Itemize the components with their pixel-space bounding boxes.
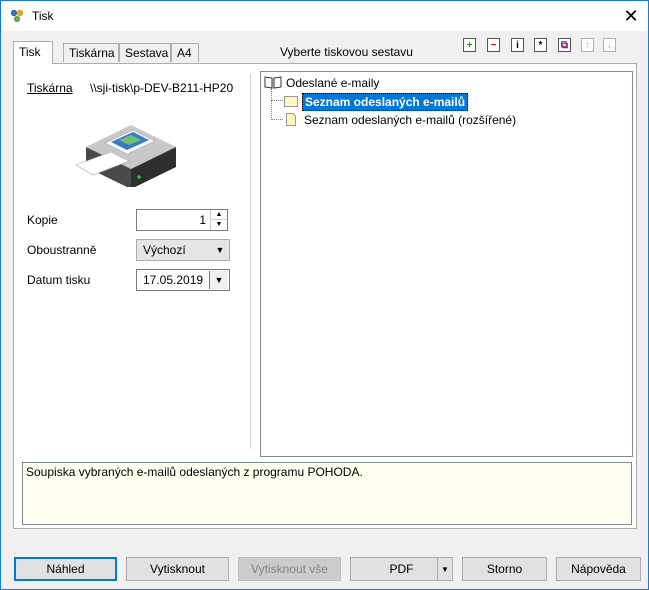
cancel-button[interactable]: Storno [462, 557, 547, 581]
window-title: Tisk [32, 9, 54, 23]
chevron-down-icon: ▼ [215, 245, 225, 255]
tab-panel: Tiskárna \\sji-tisk\p-DEV-B211-HP20 Kopi… [13, 63, 637, 529]
tab-a4[interactable]: A4 [171, 43, 199, 62]
report-tree[interactable]: Odeslané e-maily Seznam odeslaných e-mai… [260, 71, 633, 457]
duplex-label: Oboustranně [27, 243, 97, 257]
pdf-button[interactable]: PDF ▼ [350, 557, 453, 581]
pdf-button-label: PDF [389, 562, 414, 576]
copies-value: 1 [199, 213, 206, 227]
report-description: Soupiska vybraných e-mailů odeslaných z … [22, 462, 632, 525]
folder-icon [284, 96, 298, 107]
printer-path: \\sji-tisk\p-DEV-B211-HP20 [90, 81, 234, 95]
move-down-icon: ↓ [603, 38, 616, 52]
printer-icon [75, 125, 176, 187]
copies-label: Kopie [27, 213, 58, 227]
chevron-down-icon[interactable]: ▼ [437, 558, 452, 580]
close-button[interactable]: ✕ [614, 1, 648, 31]
remove-icon[interactable]: − [487, 38, 500, 52]
move-up-icon: ↑ [581, 38, 594, 52]
asterisk-icon[interactable]: * [534, 38, 547, 52]
document-icon [286, 113, 296, 126]
panel-splitter[interactable] [250, 74, 251, 449]
tree-item-label: Seznam odeslaných e-mailů (rozšířené) [304, 113, 517, 127]
duplex-select[interactable]: Výchozí ▼ [136, 239, 230, 261]
title-bar: Tisk ✕ [1, 1, 648, 31]
tree-connector [271, 100, 283, 101]
print-dialog: Tisk ✕ Tisk Tiskárna Sestava A4 Tiskárna… [0, 0, 649, 590]
tree-item-label: Seznam odeslaných e-mailů [302, 93, 469, 111]
printer-label[interactable]: Tiskárna [27, 81, 73, 95]
close-icon: ✕ [623, 5, 639, 26]
chevron-down-icon[interactable]: ▼ [209, 271, 228, 289]
info-icon[interactable]: i [511, 38, 524, 52]
tree-root-label: Odeslané e-maily [286, 76, 380, 90]
print-all-button: Vytisknout vše [238, 557, 341, 581]
tree-connector [271, 119, 283, 120]
report-heading: Vyberte tiskovou sestavu [280, 45, 413, 59]
add-icon[interactable]: + [463, 38, 476, 52]
spin-up-icon[interactable]: ▲ [211, 210, 227, 220]
spin-down-icon[interactable]: ▼ [211, 220, 227, 230]
preview-button[interactable]: Náhled [14, 557, 117, 581]
tab-sestava[interactable]: Sestava [119, 43, 171, 62]
date-label: Datum tisku [27, 273, 91, 287]
book-icon [264, 76, 282, 89]
copies-stepper-buttons: ▲ ▼ [210, 210, 227, 230]
date-value: 17.05.2019 [143, 273, 204, 287]
help-button[interactable]: Nápověda [556, 557, 641, 581]
date-picker[interactable]: 17.05.2019 ▼ [136, 269, 230, 291]
copies-stepper[interactable]: 1 ▲ ▼ [136, 209, 228, 231]
tab-tiskarna[interactable]: Tiskárna [63, 43, 119, 62]
tab-tisk[interactable]: Tisk [13, 41, 53, 64]
duplex-value: Výchozí [143, 243, 186, 257]
copy-icon[interactable]: ⧉ [558, 38, 571, 52]
app-icon [10, 9, 24, 23]
print-button[interactable]: Vytisknout [126, 557, 229, 581]
tree-connector [271, 88, 272, 120]
